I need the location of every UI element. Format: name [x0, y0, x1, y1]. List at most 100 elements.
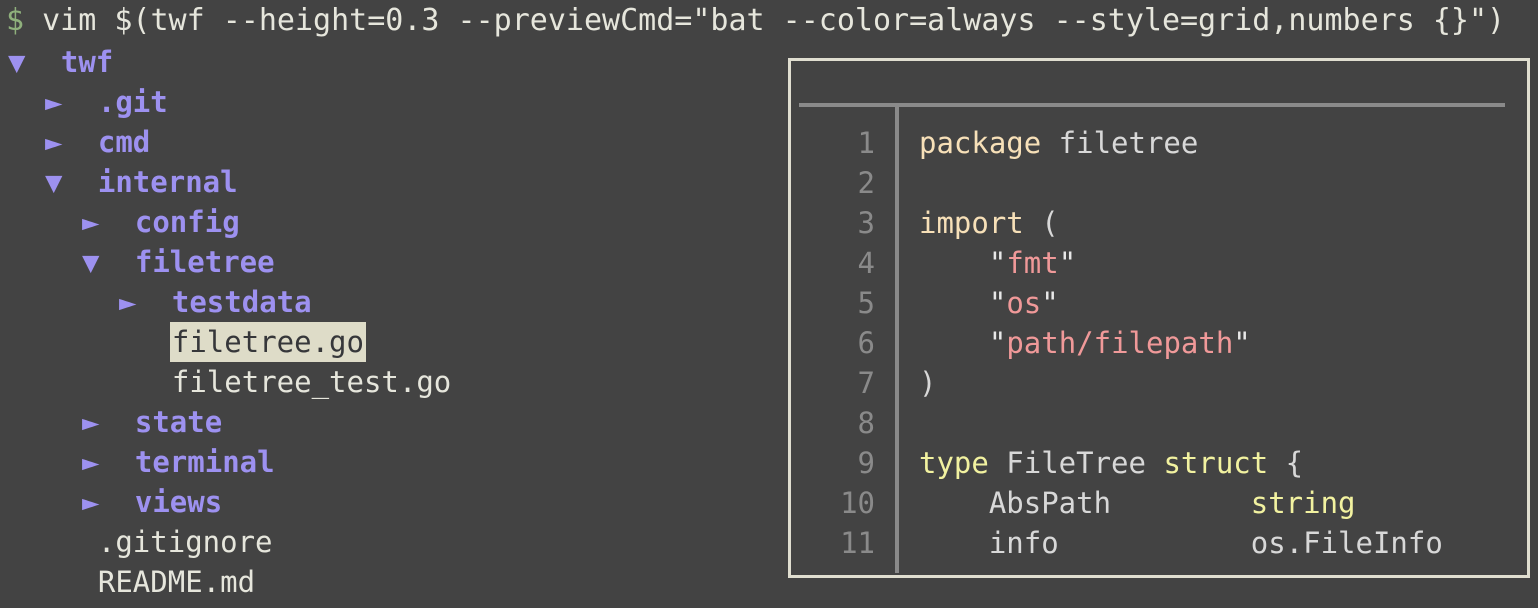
tree-row[interactable]: ► terminal: [0, 442, 780, 482]
line-number: 6: [857, 326, 875, 360]
tree-gap: [137, 285, 172, 319]
tree-row[interactable]: ► README.md: [0, 562, 780, 602]
tree-gap: [100, 405, 135, 439]
code-text: "fmt": [919, 243, 1076, 283]
code-text: ): [919, 363, 936, 403]
tree-gap: [100, 485, 135, 519]
terminal-window: $ vim $(twf --height=0.3 --previewCmd="b…: [0, 0, 1538, 608]
tree-gap: [63, 85, 98, 119]
code-token-quote: ": [1041, 286, 1059, 320]
code-token-quote: ": [919, 286, 1007, 320]
tree-row[interactable]: ► .gitignore: [0, 522, 780, 562]
code-token-quote: ": [1233, 326, 1251, 360]
code-token-keyword: package: [919, 126, 1042, 160]
code-token-plain: AbsPath: [919, 486, 1251, 520]
tree-item-label[interactable]: views: [135, 482, 222, 522]
tree-row[interactable]: ► config: [0, 202, 780, 242]
code-line: 4 "fmt": [791, 243, 1527, 283]
code-token-plain: {: [1268, 446, 1304, 480]
tree-row[interactable]: ► filetree.go: [0, 322, 780, 362]
code-token-plain: info os.FileInfo: [919, 526, 1443, 560]
code-token-plain: (: [1023, 206, 1059, 240]
line-number: 3: [857, 206, 875, 240]
tree-arrow-spacer: ►: [119, 322, 137, 362]
tree-item-label[interactable]: .gitignore: [98, 522, 273, 562]
tree-row[interactable]: ► testdata: [0, 282, 780, 322]
code-token-quote: ": [919, 246, 1007, 280]
code-token-plain: FileTree: [988, 446, 1164, 480]
code-token-keyword: import: [919, 206, 1024, 240]
line-number: 4: [857, 246, 875, 280]
chevron-right-icon[interactable]: ►: [119, 282, 137, 322]
line-number: 11: [840, 526, 875, 560]
tree-gap: [63, 125, 98, 159]
code-token-type: struct: [1163, 446, 1269, 480]
file-tree-panel[interactable]: ▼ twf ► .git ► cmd ▼ internal ► config ▼ file…: [0, 42, 780, 602]
tree-item-label[interactable]: config: [135, 202, 240, 242]
tree-row[interactable]: ► cmd: [0, 122, 780, 162]
code-line: 8: [791, 403, 1527, 443]
shell-prompt: $: [6, 3, 25, 38]
tree-gap: [137, 365, 172, 399]
tree-item-label-selected[interactable]: filetree.go: [169, 322, 366, 362]
tree-item-label[interactable]: .git: [98, 82, 168, 122]
chevron-right-icon[interactable]: ►: [45, 82, 63, 122]
chevron-right-icon[interactable]: ►: [82, 482, 100, 522]
tree-row[interactable]: ▼ internal: [0, 162, 780, 202]
line-number: 5: [857, 286, 875, 320]
chevron-right-icon[interactable]: ►: [45, 122, 63, 162]
tree-item-label[interactable]: filetree: [135, 242, 275, 282]
tree-row[interactable]: ► views: [0, 482, 780, 522]
code-line: 2: [791, 163, 1527, 203]
tree-gap: [100, 445, 135, 479]
chevron-down-icon[interactable]: ▼: [82, 242, 100, 282]
tree-item-label[interactable]: filetree_test.go: [172, 362, 451, 402]
code-line: 1 package filetree: [791, 123, 1527, 163]
chevron-right-icon[interactable]: ►: [82, 442, 100, 482]
tree-gap: [63, 525, 98, 559]
code-line: 10 AbsPath string: [791, 483, 1527, 523]
tree-gap: [26, 45, 61, 79]
code-token-type: type: [919, 446, 989, 480]
chevron-right-icon[interactable]: ►: [82, 202, 100, 242]
line-number: 9: [857, 446, 875, 480]
code-listing: 1 package filetree 2 3 import (4 "fmt" 5 "os"…: [791, 123, 1527, 563]
code-token-quote: ": [919, 326, 1007, 360]
tree-row[interactable]: ▼ filetree: [0, 242, 780, 282]
tree-row[interactable]: ► state: [0, 402, 780, 442]
chevron-right-icon[interactable]: ►: [82, 402, 100, 442]
tree-item-label[interactable]: internal: [98, 162, 238, 202]
chevron-down-icon[interactable]: ▼: [8, 42, 26, 82]
tree-gap: [63, 165, 98, 199]
tree-gap: [63, 565, 98, 599]
tree-row[interactable]: ► filetree_test.go: [0, 362, 780, 402]
tree-gap: [137, 325, 172, 359]
tree-item-label[interactable]: cmd: [98, 122, 150, 162]
shell-command-text: vim $(twf --height=0.3 --previewCmd="bat…: [24, 3, 1506, 38]
code-token-quote: ": [1058, 246, 1077, 280]
tree-item-label[interactable]: terminal: [135, 442, 275, 482]
code-line: 9 type FileTree struct {: [791, 443, 1527, 483]
preview-inner: 1 package filetree 2 3 import (4 "fmt" 5 "os"…: [791, 61, 1527, 575]
tree-item-label[interactable]: README.md: [98, 562, 255, 602]
tree-item-label[interactable]: testdata: [172, 282, 312, 322]
chevron-down-icon[interactable]: ▼: [45, 162, 63, 202]
tree-item-label[interactable]: twf: [61, 42, 113, 82]
code-token-string: path/filepath: [1006, 326, 1234, 360]
tree-arrow-spacer: ►: [45, 562, 63, 602]
code-token-string: os: [1006, 286, 1042, 320]
code-line: 6 "path/filepath": [791, 323, 1527, 363]
code-line: 11 info os.FileInfo: [791, 523, 1527, 563]
line-number: 2: [857, 166, 875, 200]
tree-gap: [100, 205, 135, 239]
code-text: "os": [919, 283, 1059, 323]
tree-arrow-spacer: ►: [119, 362, 137, 402]
tree-row[interactable]: ► .git: [0, 82, 780, 122]
code-token-plain: filetree: [1041, 126, 1199, 160]
code-token-plain: ): [919, 366, 937, 400]
tree-item-label[interactable]: state: [135, 402, 222, 442]
code-line: 3 import (: [791, 203, 1527, 243]
line-number: 1: [857, 126, 875, 160]
tree-row[interactable]: ▼ twf: [0, 42, 780, 82]
code-text: type FileTree struct {: [919, 443, 1303, 483]
